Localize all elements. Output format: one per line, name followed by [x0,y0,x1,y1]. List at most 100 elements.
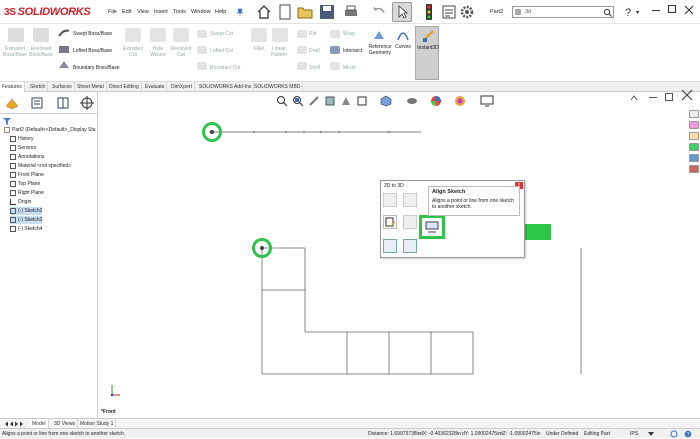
task-pane-file-explorer-icon[interactable] [689,132,699,140]
repair-sketch-button[interactable] [403,239,417,253]
zoom-to-fit-icon[interactable] [276,95,288,107]
apply-scene-icon[interactable] [454,95,466,107]
file-properties-icon[interactable] [440,3,458,21]
sketch-profile[interactable] [261,247,582,375]
search-input[interactable]: 3d [525,9,531,15]
collapse-icon[interactable] [629,94,639,102]
tree-item-sensors[interactable]: Sensors [10,144,36,152]
wrap-label[interactable]: Wrap [343,31,355,37]
property-manager-tab-icon[interactable] [30,96,44,110]
new-document-icon[interactable] [276,3,294,21]
top-view-button[interactable] [403,193,417,207]
tree-item-top-plane[interactable]: Top Plane [10,180,40,188]
intersect-label[interactable]: Intersect [343,48,362,54]
tree-root-part[interactable]: Part2 (Default<<Default>_Display Sta [4,126,96,134]
sketch-vertex[interactable] [260,246,264,250]
undo-icon[interactable] [370,3,388,21]
swept-boss-label[interactable]: Swept Boss/Base [73,31,112,37]
open-folder-icon[interactable] [296,3,314,21]
swept-cut-label[interactable]: Swept Cut [210,31,233,37]
menu-insert[interactable]: Insert [154,9,168,15]
tab-sheet-metal[interactable]: Sheet Metal [75,82,107,92]
sketch-endpoint[interactable] [210,130,214,134]
swept-cut-icon[interactable] [197,30,207,38]
lofted-boss-icon[interactable] [58,44,70,54]
tab-dimxpert[interactable]: DimXpert [169,82,195,92]
tree-item-annotations[interactable]: Annotations [10,153,44,161]
task-pane-resources-icon[interactable] [689,110,699,118]
intersect-icon[interactable] [330,46,340,54]
tab-solidworks-mbd[interactable]: SOLIDWORKS MBD [252,82,304,92]
select-button[interactable] [392,2,412,22]
feature-manager-tab-icon[interactable] [4,96,20,110]
search-scope-icon[interactable] [515,9,521,15]
menu-file[interactable]: File [108,9,117,15]
boundary-boss-icon[interactable] [58,60,70,70]
rebuild-status-icon[interactable] [670,430,678,438]
previous-view-icon[interactable] [308,95,320,107]
draft-label[interactable]: Draft [309,48,320,54]
revolved-boss-label[interactable]: Revolved Boss/Base [28,46,54,58]
tab-scroll-arrows-icon[interactable] [4,421,24,427]
boundary-cut-label[interactable]: Boundary Cut [210,65,241,71]
tree-item-sketch3[interactable]: (-) Sketch3 [10,216,43,224]
edit-appearance-icon[interactable] [430,95,442,107]
tab-solidworks-add-ins[interactable]: SOLIDWORKS Add-Ins [197,82,255,92]
save-icon[interactable] [318,3,336,21]
canvas-minimize-icon[interactable] [649,97,657,98]
front-view-button[interactable] [383,193,397,207]
filter-icon[interactable] [3,117,11,125]
zoom-area-icon[interactable] [292,95,304,107]
lofted-cut-label[interactable]: Lofted Cut [210,48,233,54]
task-pane-forum-icon[interactable] [689,165,699,173]
print-icon[interactable] [342,3,360,21]
canvas-restore-icon[interactable] [665,93,673,101]
reference-geometry-icon[interactable] [372,28,386,42]
tree-item-material[interactable]: Material <not specified> [10,162,71,170]
search-box[interactable]: 3d [512,6,614,18]
help-dropdown-icon[interactable]: ▾ [636,9,639,16]
menu-help[interactable]: Help [215,9,226,15]
wrap-icon[interactable] [330,30,340,38]
extruded-boss-label[interactable]: Extruded Boss/Base [2,46,28,58]
mirror-label[interactable]: Mirror [343,65,356,71]
exit-sketch-close-icon[interactable] [680,88,694,102]
maximize-icon[interactable] [668,5,676,13]
tab-features[interactable]: Features [0,82,25,92]
tree-item-sketch2[interactable]: (-) Sketch2 [10,207,43,215]
hide-show-items-icon[interactable] [406,95,418,107]
help-status-icon[interactable]: ? [684,430,692,438]
minimize-icon[interactable] [652,10,660,12]
menu-window[interactable]: Window [191,9,211,15]
fillet-icon[interactable] [251,28,267,42]
tree-item-front-plane[interactable]: Front Plane [10,171,44,179]
task-pane-appearances-icon[interactable] [689,143,699,151]
tab-direct-editing[interactable]: Direct Editing [107,82,142,92]
swept-boss-icon[interactable] [58,28,70,38]
extruded-cut-label[interactable]: Extruded Cut [120,46,146,58]
display-style-icon[interactable] [380,95,392,107]
home-icon[interactable] [255,3,273,21]
curves-label[interactable]: Curves [393,44,413,50]
instant3d-button[interactable]: Instant3D [415,26,439,80]
hole-wizard-icon[interactable] [150,28,166,42]
traffic-light-icon[interactable] [420,3,438,21]
tab-sketch[interactable]: Sketch [28,82,49,92]
lofted-boss-label[interactable]: Lofted Boss/Base [73,48,112,54]
section-view-icon[interactable] [324,95,336,107]
tab-surfaces[interactable]: Surfaces [50,82,75,92]
dimxpert-tab-icon[interactable] [80,96,94,110]
curves-icon[interactable] [396,28,410,42]
revolved-boss-icon[interactable] [33,28,49,42]
mirror-icon[interactable] [330,62,340,70]
rib-icon[interactable] [297,30,307,38]
task-pane-design-library-icon[interactable] [689,121,699,129]
shell-icon[interactable] [297,62,307,70]
new-sketch-button[interactable] [383,215,397,229]
tree-item-right-plane[interactable]: Right Plane [10,189,44,197]
linear-pattern-label[interactable]: Linear Pattern [266,46,292,58]
help-icon[interactable]: ? [624,6,634,18]
rib-label[interactable]: Rib [309,31,317,37]
view-orientation-icon[interactable] [356,95,368,107]
shell-label[interactable]: Shell [309,65,320,71]
